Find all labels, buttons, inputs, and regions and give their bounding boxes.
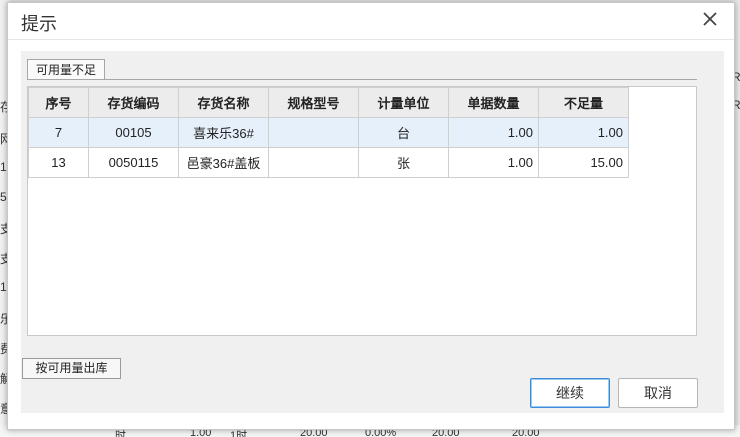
dialog-content: 可用量不足 序号 存货编码 存货名称 规格型号 计量单位 单据数量 不足量 7 … [21, 51, 724, 413]
column-header[interactable]: 规格型号 [268, 87, 359, 118]
table-cell: 1.00 [538, 117, 629, 148]
table-cell: 1.00 [448, 117, 539, 148]
table-cell: 张 [358, 147, 449, 178]
column-header[interactable]: 单据数量 [448, 87, 539, 118]
shortage-table: 序号 存货编码 存货名称 规格型号 计量单位 单据数量 不足量 7 00105 … [28, 87, 629, 178]
ship-by-available-button[interactable]: 按可用量出库 [22, 358, 121, 379]
cancel-button[interactable]: 取消 [618, 378, 698, 408]
table-cell: 13 [28, 147, 89, 178]
table-header-row: 序号 存货编码 存货名称 规格型号 计量单位 单据数量 不足量 [28, 87, 629, 118]
title-divider [8, 39, 734, 40]
continue-button[interactable]: 继续 [530, 378, 610, 408]
prompt-dialog: 提示 可用量不足 序号 存货编码 存货名称 规格型号 计量单位 单据数量 不足量… [7, 2, 735, 430]
close-icon [703, 12, 717, 26]
column-header[interactable]: 存货名称 [178, 87, 269, 118]
table-cell: 0050115 [88, 147, 179, 178]
column-header[interactable]: 序号 [28, 87, 89, 118]
table-row[interactable]: 13 0050115 邑豪36#盖板 张 1.00 15.00 [28, 147, 629, 178]
column-header[interactable]: 计量单位 [358, 87, 449, 118]
column-header[interactable]: 不足量 [538, 87, 629, 118]
dialog-title: 提示 [21, 14, 57, 34]
shortage-grid: 序号 存货编码 存货名称 规格型号 计量单位 单据数量 不足量 7 00105 … [27, 86, 697, 336]
table-cell: 邑豪36#盖板 [178, 147, 269, 178]
table-cell [268, 117, 359, 148]
table-cell: 台 [358, 117, 449, 148]
tab-insufficient-quantity[interactable]: 可用量不足 [27, 59, 106, 80]
column-header[interactable]: 存货编码 [88, 87, 179, 118]
table-row[interactable]: 7 00105 喜来乐36# 台 1.00 1.00 [28, 117, 629, 148]
table-cell: 00105 [88, 117, 179, 148]
table-cell: 1.00 [448, 147, 539, 178]
tab-divider [27, 79, 697, 80]
table-cell [268, 147, 359, 178]
table-cell: 15.00 [538, 147, 629, 178]
table-cell: 喜来乐36# [178, 117, 269, 148]
table-cell: 7 [28, 117, 89, 148]
close-button[interactable] [700, 9, 720, 29]
